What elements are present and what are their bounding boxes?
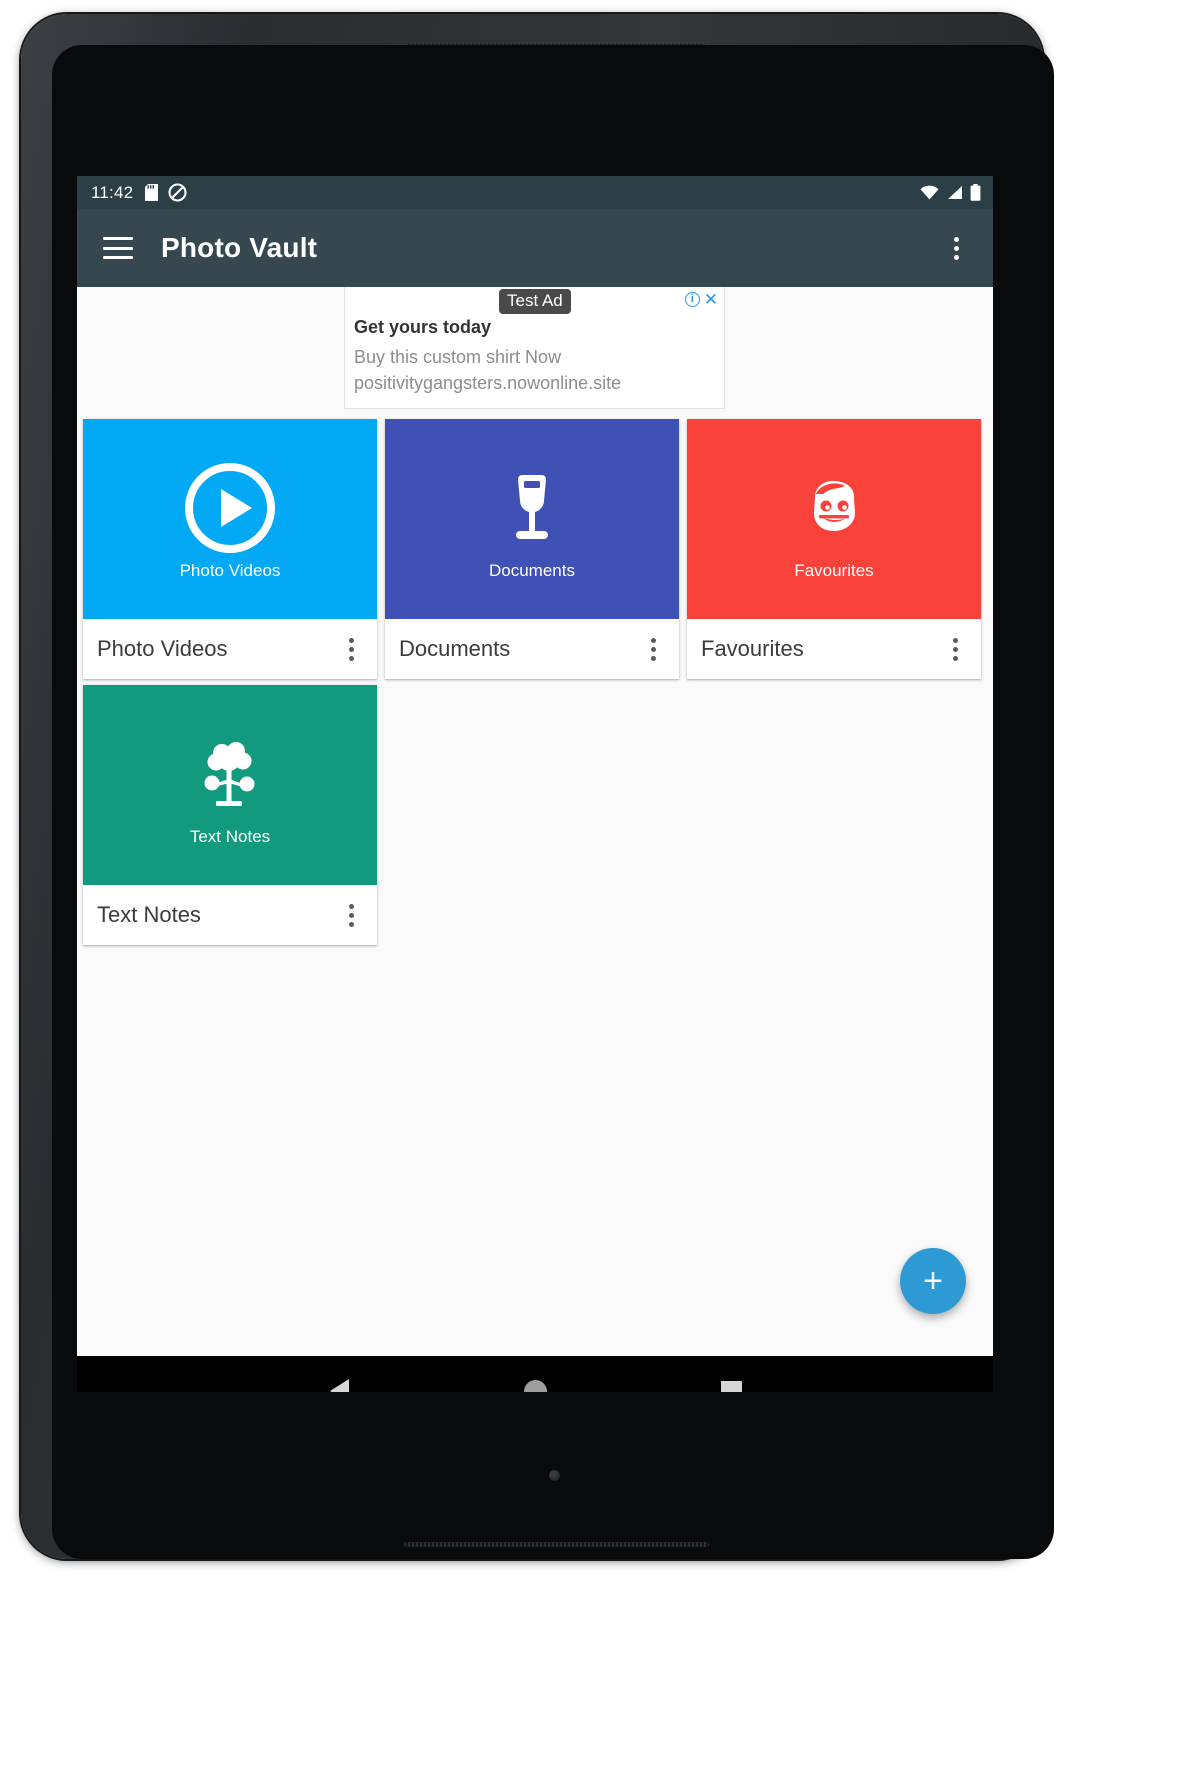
battery-icon bbox=[970, 184, 981, 201]
back-nav-icon[interactable] bbox=[316, 1368, 362, 1392]
overflow-menu-icon[interactable] bbox=[941, 233, 971, 263]
play-circle-icon bbox=[185, 463, 275, 553]
folder-thumb-label: Text Notes bbox=[189, 827, 271, 846]
folder-card-photo-videos[interactable]: Photo Videos Photo Videos bbox=[83, 419, 377, 679]
folder-grid: Photo Videos Photo Videos Documents Docu… bbox=[77, 419, 993, 945]
ad-body-line-2: positivitygangsters.nowonline.site bbox=[354, 372, 622, 393]
hamburger-menu-icon[interactable] bbox=[103, 237, 133, 259]
ad-close-icon[interactable]: ✕ bbox=[704, 291, 718, 308]
folder-name: Photo Videos bbox=[97, 636, 228, 661]
cellular-signal-icon bbox=[948, 186, 962, 199]
add-folder-fab[interactable]: + bbox=[900, 1248, 966, 1314]
device-screen: 11:42 Photo Vault Test Ad i ✕ Get yours … bbox=[77, 176, 993, 1392]
home-nav-icon[interactable] bbox=[512, 1368, 558, 1392]
folder-footer: Text Notes bbox=[83, 885, 377, 945]
folder-thumb-label: Documents bbox=[489, 561, 575, 580]
folder-card-favourites[interactable]: Favourites Favourites bbox=[687, 419, 981, 679]
android-navigation-bar bbox=[77, 1356, 993, 1392]
folder-thumbnail[interactable]: Favourites bbox=[687, 419, 981, 619]
folder-overflow-menu-icon[interactable] bbox=[337, 900, 365, 930]
ad-banner[interactable]: Test Ad i ✕ Get yours today Buy this cus… bbox=[344, 287, 725, 409]
folder-footer: Photo Videos bbox=[83, 619, 377, 679]
folder-card-text-notes[interactable]: Text Notes Text Notes bbox=[83, 685, 377, 945]
tree-icon bbox=[204, 742, 255, 806]
folder-overflow-menu-icon[interactable] bbox=[941, 634, 969, 664]
page-title: Photo Vault bbox=[161, 232, 318, 263]
face-emoji-icon bbox=[814, 480, 855, 531]
folder-thumbnail[interactable]: Text Notes bbox=[83, 685, 377, 885]
folder-footer: Favourites bbox=[687, 619, 981, 679]
folder-overflow-menu-icon[interactable] bbox=[639, 634, 667, 664]
folder-name: Documents bbox=[399, 636, 511, 661]
do-not-disturb-icon bbox=[168, 183, 187, 202]
status-right-icon-group bbox=[920, 184, 981, 201]
goblet-icon bbox=[516, 475, 548, 539]
folder-thumbnail[interactable]: Documents bbox=[385, 419, 679, 619]
status-clock: 11:42 bbox=[91, 182, 134, 202]
folder-name: Text Notes bbox=[97, 902, 201, 927]
status-left-icon-group bbox=[145, 183, 187, 202]
ad-body: Buy this custom shirt Now positivitygang… bbox=[354, 345, 621, 396]
wifi-icon bbox=[920, 185, 939, 200]
main-content: Test Ad i ✕ Get yours today Buy this cus… bbox=[77, 287, 993, 1356]
ad-info-icon[interactable]: i bbox=[684, 292, 700, 307]
status-bar: 11:42 bbox=[77, 176, 993, 209]
ad-test-badge: Test Ad bbox=[499, 289, 571, 314]
bottom-sensor-dot bbox=[549, 1470, 560, 1481]
folder-thumb-label: Favourites bbox=[794, 561, 874, 580]
folder-footer: Documents bbox=[385, 619, 679, 679]
bottom-speaker-grille bbox=[404, 1542, 709, 1547]
app-bar: Photo Vault bbox=[77, 209, 993, 287]
folder-overflow-menu-icon[interactable] bbox=[337, 634, 365, 664]
ad-controls: i ✕ bbox=[684, 291, 718, 308]
folder-card-documents[interactable]: Documents Documents bbox=[385, 419, 679, 679]
sd-card-icon bbox=[145, 184, 159, 201]
folder-thumb-label: Photo Videos bbox=[179, 561, 281, 580]
recents-nav-icon[interactable] bbox=[708, 1368, 754, 1392]
folder-name: Favourites bbox=[701, 636, 804, 661]
folder-thumbnail[interactable]: Photo Videos bbox=[83, 419, 377, 619]
ad-body-line-1: Buy this custom shirt Now bbox=[354, 347, 562, 367]
ad-headline: Get yours today bbox=[354, 317, 492, 337]
